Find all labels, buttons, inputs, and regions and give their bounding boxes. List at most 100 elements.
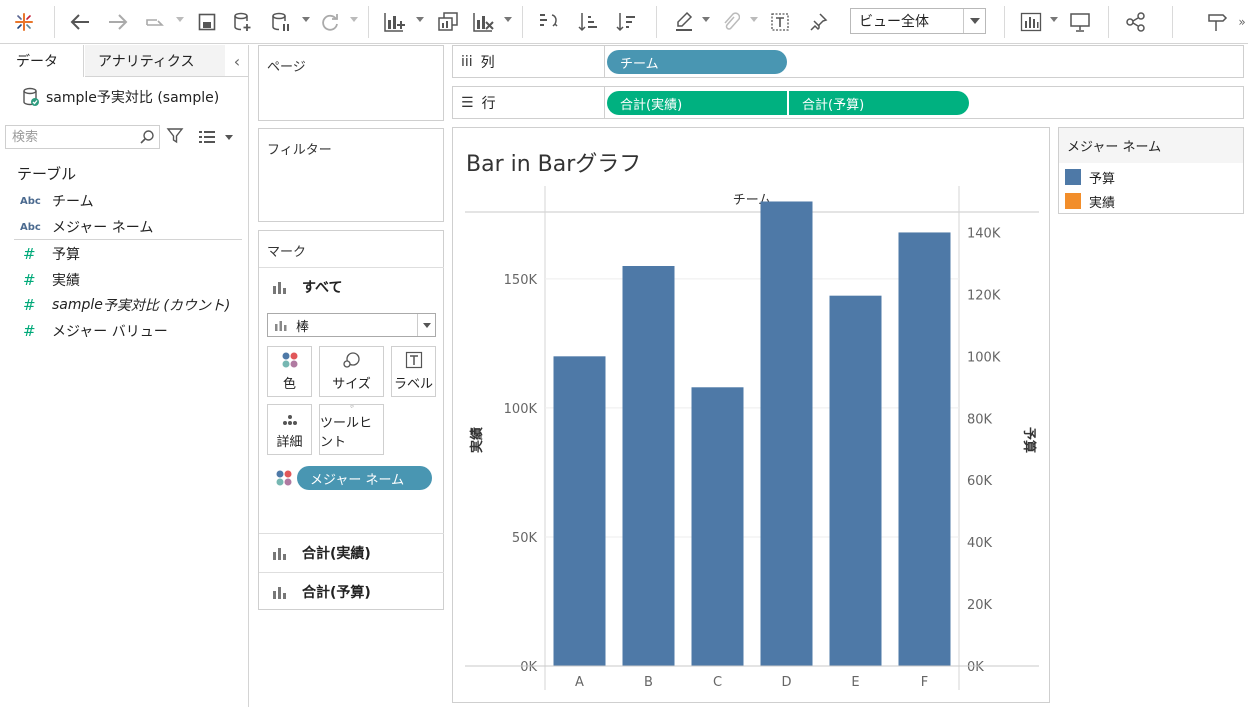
field-item-budget[interactable]: # 予算 (20, 243, 80, 265)
marks-all-tab[interactable]: すべて (259, 267, 444, 305)
sort-ascending-icon[interactable] (574, 8, 602, 36)
marks-all-label: すべて (302, 279, 343, 296)
detail-label: 詳細 (276, 435, 303, 450)
category-tick-label: A (575, 675, 584, 690)
highlight-icon[interactable] (670, 8, 698, 36)
right-axis-tick-label: 120K (967, 288, 1001, 303)
string-type-icon: Abc (20, 195, 41, 207)
pause-updates-icon[interactable] (268, 8, 294, 36)
legend-item-actual[interactable]: 実績 (1065, 191, 1115, 211)
bar-d (760, 201, 813, 666)
chevron-down-icon (963, 9, 985, 33)
more-icon[interactable]: » (1236, 8, 1248, 36)
field-label: 予実対比 (カウント) (102, 298, 231, 314)
undo-icon[interactable] (66, 8, 94, 36)
clear-sheet-icon[interactable] (470, 8, 498, 36)
field-label-italic: sample (52, 297, 103, 313)
field-item-record-count[interactable]: # sample 予実対比 (カウント) (20, 294, 230, 316)
fix-axes-icon[interactable] (804, 8, 832, 36)
search-input[interactable] (6, 127, 131, 147)
category-tick-label: C (713, 675, 722, 690)
right-axis-tick-label: 40K (967, 536, 993, 551)
share-icon[interactable] (1122, 8, 1150, 36)
view-mode-value: ビュー全体 (859, 14, 929, 30)
columns-label: 列 (480, 54, 495, 71)
pages-card[interactable]: ページ (258, 45, 444, 121)
size-icon (342, 352, 360, 368)
left-axis-tick-label: 100K (504, 402, 538, 417)
rows-label: 行 (481, 95, 496, 112)
right-axis-tick-label: 100K (967, 350, 1001, 365)
tab-data[interactable]: データ (0, 45, 84, 77)
label-button[interactable]: ラベル (391, 346, 436, 397)
group-members-icon[interactable] (716, 8, 744, 36)
columns-shelf[interactable]: iii 列 チーム (452, 45, 1244, 78)
rows-shelf[interactable]: ☰ 行 合計(実績) 合計(予算) (452, 86, 1244, 119)
redo-icon[interactable] (104, 8, 132, 36)
collapse-pane-icon[interactable]: ‹ (228, 51, 246, 71)
label-icon (405, 351, 422, 369)
datasource-item[interactable]: sample予実対比 (sample) (22, 86, 219, 108)
mark-type-select[interactable]: 棒 (267, 313, 436, 337)
refresh-icon[interactable] (316, 8, 344, 36)
marks-title: マーク (267, 245, 307, 260)
columns-team-pill[interactable]: チーム (607, 50, 787, 74)
size-label: サイズ (332, 377, 371, 392)
datasource-icon (23, 87, 39, 106)
field-item-measure-names[interactable]: Abc メジャー ネーム (20, 216, 153, 238)
chevron-down-icon[interactable] (225, 135, 233, 140)
show-me-icon[interactable] (1016, 8, 1046, 36)
bar-f (898, 232, 951, 667)
detail-button[interactable]: 詳細 (267, 404, 312, 455)
save-icon[interactable] (194, 8, 220, 36)
string-type-icon: Abc (20, 221, 41, 233)
field-item-actual[interactable]: # 実績 (20, 269, 80, 291)
field-label: メジャー ネーム (52, 220, 154, 236)
field-item-measure-values[interactable]: # メジャー バリュー (20, 320, 168, 342)
color-icon (276, 470, 292, 486)
show-mark-labels-icon[interactable] (766, 8, 794, 36)
legend-item-budget[interactable]: 予算 (1065, 167, 1115, 187)
field-item-team[interactable]: Abc チーム (20, 190, 94, 212)
data-pane: データ アナリティクス ‹ sample予実対比 (sample) テーブル A… (0, 45, 249, 707)
search-icon[interactable] (139, 129, 155, 145)
number-type-icon: # (23, 245, 36, 263)
rows-icon: ☰ (461, 94, 474, 111)
replay-icon[interactable] (142, 8, 170, 36)
legend-swatch (1065, 193, 1081, 209)
left-axis-title: 実績 (469, 427, 485, 453)
right-axis-tick-label: 60K (967, 474, 993, 489)
marks-measure-actual-tab[interactable]: 合計(実績) (259, 533, 444, 571)
filters-card[interactable]: フィルター (258, 128, 444, 222)
rows-budget-pill[interactable]: 合計(予算) (789, 91, 969, 115)
new-worksheet-icon[interactable] (380, 8, 410, 36)
color-measure-names-pill[interactable]: メジャー ネーム (297, 466, 432, 490)
color-button[interactable]: 色 (267, 346, 312, 397)
bar-chart-icon (275, 321, 287, 331)
bar-a (553, 356, 606, 666)
size-button[interactable]: サイズ (319, 346, 384, 397)
filter-icon[interactable] (166, 127, 184, 145)
section-title-tables: テーブル (17, 165, 77, 183)
signpost-icon[interactable] (1202, 8, 1232, 36)
tab-analytics[interactable]: アナリティクス (85, 45, 225, 77)
tableau-logo-icon[interactable] (10, 8, 38, 36)
filters-title: フィルター (267, 143, 332, 158)
sort-descending-icon[interactable] (612, 8, 640, 36)
field-label: 予算 (52, 247, 80, 263)
duplicate-sheet-icon[interactable] (434, 8, 462, 36)
color-icon (282, 352, 297, 368)
left-axis-tick-label: 0K (520, 660, 537, 675)
tooltip-button[interactable]: ツールヒント (319, 404, 384, 455)
viz-pane: Bar in Barグラフ チーム 0K 50K 100K 150K 0K 20K 40K 60… (452, 127, 1050, 703)
color-label: 色 (282, 377, 296, 392)
view-mode-select[interactable]: ビュー全体 (850, 8, 986, 34)
presentation-mode-icon[interactable] (1066, 8, 1094, 36)
new-datasource-icon[interactable] (230, 8, 256, 36)
swap-rows-columns-icon[interactable] (534, 8, 562, 36)
search-field[interactable] (5, 125, 160, 149)
view-list-icon[interactable] (198, 130, 216, 144)
rows-actual-pill[interactable]: 合計(実績) (607, 91, 787, 115)
marks-measure-budget-tab[interactable]: 合計(予算) (259, 572, 444, 610)
left-axis-tick-label: 50K (512, 531, 538, 546)
